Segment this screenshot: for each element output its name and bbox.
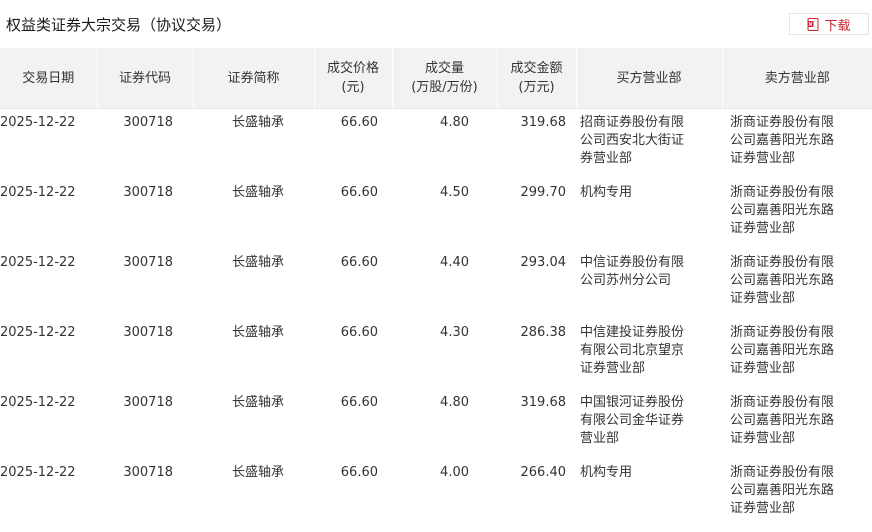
cell-seller: 浙商证券股份有限公司嘉善阳光东路证券营业部 [730,254,835,306]
cell-code: 300718 [123,324,173,340]
table-row: 2025-12-22 300718 长盛轴承 66.60 4.80 319.68… [0,389,872,459]
cell-amount: 286.38 [520,324,567,340]
cell-name: 长盛轴承 [231,324,284,340]
cell-code: 300718 [123,115,173,130]
cell-name: 长盛轴承 [231,254,284,270]
cell-date: 2025-12-22 [0,324,76,340]
cell-seller: 浙商证券股份有限公司嘉善阳光东路证券营业部 [730,324,835,376]
table-header-row: 交易日期 证券代码 证券简称 成交价格 (元) 成交量 (万股/万份) 成交金额 (万… [0,48,872,109]
cell-volume: 4.50 [440,184,469,200]
cell-price: 66.60 [340,394,378,410]
cell-buyer: 招商证券股份有限公司西安北大街证券营业部 [580,115,685,166]
cell-name: 长盛轴承 [231,115,284,130]
cell-amount: 319.68 [520,115,567,130]
cell-code: 300718 [123,254,173,270]
table-row: 2025-12-22 300718 长盛轴承 66.60 4.80 319.68… [0,109,872,179]
cell-price: 66.60 [340,324,378,340]
cell-code: 300718 [123,184,173,200]
cell-price: 66.60 [340,184,378,200]
cell-seller: 浙商证券股份有限公司嘉善阳光东路证券营业部 [730,394,835,446]
header-price[interactable]: 成交价格 (元) [314,48,393,109]
cell-date: 2025-12-22 [0,184,76,200]
table-row: 2025-12-22 300718 长盛轴承 66.60 4.40 293.04… [0,249,872,319]
cell-date: 2025-12-22 [0,394,76,410]
cell-date: 2025-12-22 [0,464,76,480]
cell-buyer: 中信证券股份有限公司苏州分公司 [580,254,685,288]
header-volume[interactable]: 成交量 (万股/万份) [392,48,498,109]
cell-seller: 浙商证券股份有限公司嘉善阳光东路证券营业部 [730,184,835,236]
cell-name: 长盛轴承 [231,394,284,410]
download-button[interactable]: 下载 [789,13,869,35]
cell-price: 66.60 [340,464,378,480]
cell-date: 2025-12-22 [0,115,76,130]
header-security-code[interactable]: 证券代码 [97,48,194,109]
excel-file-icon [807,17,819,31]
cell-buyer: 中信建投证券股份有限公司北京望京证券营业部 [580,324,685,376]
table-row: 2025-12-22 300718 长盛轴承 66.60 4.50 299.70… [0,179,872,249]
cell-buyer: 机构专用 [580,184,633,200]
header-buyer-branch[interactable]: 买方营业部 [576,48,723,109]
cell-volume: 4.40 [440,254,469,270]
cell-volume: 4.80 [440,394,469,410]
download-label: 下载 [824,18,851,34]
page-header: 权益类证券大宗交易（协议交易） 下载 [0,0,872,48]
cell-amount: 319.68 [520,394,567,410]
cell-price: 66.60 [340,254,378,270]
cell-seller: 浙商证券股份有限公司嘉善阳光东路证券营业部 [730,464,835,516]
cell-code: 300718 [123,394,173,410]
cell-amount: 299.70 [520,184,567,200]
cell-amount: 266.40 [520,464,567,480]
page-title: 权益类证券大宗交易（协议交易） [6,16,232,34]
cell-buyer: 机构专用 [580,464,633,480]
cell-code: 300718 [123,464,173,480]
header-seller-branch[interactable]: 卖方营业部 [722,48,872,109]
cell-seller: 浙商证券股份有限公司嘉善阳光东路证券营业部 [730,115,835,166]
table-row: 2025-12-22 300718 长盛轴承 66.60 4.30 286.38… [0,319,872,389]
header-security-name[interactable]: 证券简称 [193,48,315,109]
cell-date: 2025-12-22 [0,254,76,270]
cell-price: 66.60 [340,115,378,130]
cell-amount: 293.04 [520,254,567,270]
block-trade-table: 交易日期 证券代码 证券简称 成交价格 (元) 成交量 (万股/万份) 成交金额 (万… [0,48,872,529]
header-amount[interactable]: 成交金额 (万元) [497,48,577,109]
cell-volume: 4.30 [440,324,469,340]
cell-volume: 4.80 [440,115,469,130]
cell-name: 长盛轴承 [231,184,284,200]
table-row: 2025-12-22 300718 长盛轴承 66.60 4.00 266.40… [0,459,872,529]
cell-name: 长盛轴承 [231,464,284,480]
cell-buyer: 中国银河证券股份有限公司金华证券营业部 [580,394,685,446]
header-trade-date[interactable]: 交易日期 [0,48,98,109]
cell-volume: 4.00 [440,464,469,480]
